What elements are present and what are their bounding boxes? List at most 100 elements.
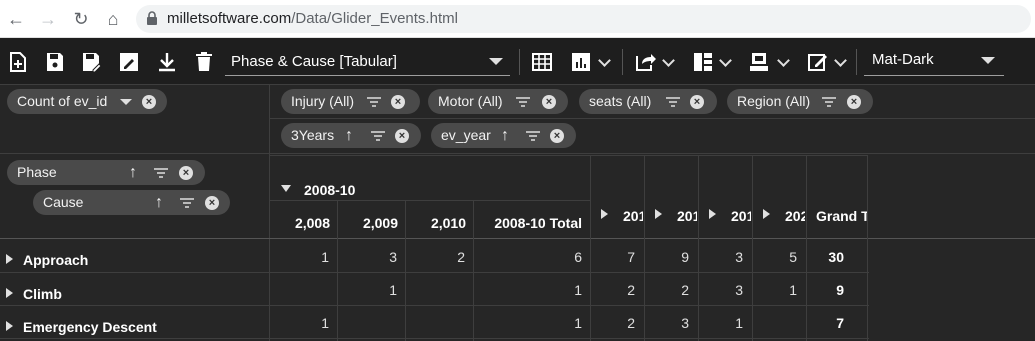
table-cell[interactable]: 5 — [758, 249, 797, 265]
toolbar-divider — [622, 49, 623, 75]
value-field-pill[interactable]: Count of ev_id × — [7, 89, 167, 114]
filter-icon[interactable] — [822, 97, 836, 107]
new-report-icon[interactable] — [6, 50, 30, 74]
url-domain: milletsoftware.com — [167, 10, 292, 27]
sort-ascending-icon[interactable]: ↑ — [129, 160, 137, 185]
download-icon[interactable] — [155, 50, 179, 74]
chevron-down-icon[interactable] — [120, 99, 132, 105]
column-header[interactable]: 2,008 — [275, 215, 330, 231]
forward-icon[interactable]: → — [37, 8, 59, 30]
row-header[interactable]: Approach — [23, 252, 88, 268]
delete-icon[interactable] — [192, 50, 216, 74]
report-select[interactable]: Phase & Cause [Tabular] — [225, 46, 510, 76]
row-field-pill-cause[interactable]: Cause ↑ × — [33, 190, 230, 215]
column-header[interactable]: 2,009 — [343, 215, 398, 231]
format-icon[interactable] — [747, 50, 771, 74]
column-group-header[interactable]: 2008-10 — [304, 182, 355, 198]
table-cell[interactable]: 1 — [275, 315, 329, 331]
filter-pill-region[interactable]: Region (All) × — [727, 89, 873, 114]
chart-view-icon[interactable] — [569, 50, 593, 74]
column-group-header[interactable]: 201 — [677, 208, 697, 224]
save-icon[interactable] — [43, 50, 67, 74]
grid-view-icon[interactable] — [530, 50, 554, 74]
expand-icon[interactable] — [6, 321, 13, 331]
home-icon[interactable]: ⌂ — [102, 8, 124, 30]
row-field-pill-phase[interactable]: Phase ↑ × — [7, 160, 205, 185]
expand-icon[interactable] — [601, 209, 608, 219]
grand-total-header[interactable]: Grand To — [816, 208, 867, 224]
table-cell[interactable]: 1 — [758, 282, 797, 298]
table-cell[interactable]: 1 — [275, 249, 329, 265]
filter-icon[interactable] — [526, 131, 540, 141]
close-icon[interactable]: × — [690, 95, 704, 109]
expand-icon[interactable] — [763, 209, 770, 219]
sort-ascending-icon[interactable]: ↑ — [155, 190, 163, 215]
expand-icon[interactable] — [6, 288, 13, 298]
close-icon[interactable]: × — [205, 196, 219, 210]
theme-select[interactable]: Mat-Dark — [864, 46, 1004, 76]
theme-select-value: Mat-Dark — [872, 51, 934, 68]
expand-icon[interactable] — [709, 209, 716, 219]
close-icon[interactable]: × — [391, 95, 405, 109]
sort-ascending-icon[interactable]: ↑ — [345, 123, 353, 148]
table-cell[interactable]: 2 — [596, 315, 635, 331]
table-cell[interactable]: 3 — [704, 282, 743, 298]
table-cell[interactable]: 2 — [596, 282, 635, 298]
url-path: /Data/Glider_Events.html — [291, 10, 458, 27]
report-select-value: Phase & Cause [Tabular] — [231, 53, 397, 70]
table-cell[interactable]: 1 — [704, 315, 743, 331]
lock-icon — [147, 11, 157, 25]
filter-pill-seats[interactable]: seats (All) × — [579, 89, 717, 114]
options-icon[interactable] — [806, 50, 830, 74]
collapse-icon[interactable] — [281, 185, 291, 192]
close-icon[interactable]: × — [847, 95, 861, 109]
table-cell[interactable]: 1 — [479, 282, 582, 298]
close-icon[interactable]: × — [395, 129, 409, 143]
table-cell[interactable]: 9 — [650, 249, 689, 265]
grand-total-cell[interactable]: 9 — [812, 282, 844, 298]
table-cell[interactable]: 7 — [596, 249, 635, 265]
sort-ascending-icon[interactable]: ↑ — [501, 123, 509, 148]
layout-icon[interactable] — [691, 50, 715, 74]
row-header[interactable]: Emergency Descent — [23, 319, 157, 335]
column-group-header[interactable]: 201 — [731, 208, 751, 224]
close-icon[interactable]: × — [142, 95, 156, 109]
export-icon[interactable] — [633, 50, 657, 74]
table-cell[interactable]: 2 — [650, 282, 689, 298]
table-cell[interactable]: 3 — [704, 249, 743, 265]
column-group-header[interactable]: 201 — [623, 208, 643, 224]
save-as-icon[interactable] — [79, 50, 103, 74]
grand-total-cell[interactable]: 7 — [812, 315, 844, 331]
table-cell[interactable]: 1 — [343, 282, 397, 298]
grand-total-cell[interactable]: 30 — [812, 249, 844, 265]
table-cell[interactable]: 1 — [479, 315, 582, 331]
filter-icon[interactable] — [180, 198, 194, 208]
table-cell[interactable]: 2 — [411, 249, 465, 265]
filter-icon[interactable] — [371, 131, 385, 141]
row-header[interactable]: Climb — [23, 286, 62, 302]
close-icon[interactable]: × — [179, 166, 193, 180]
filter-pill-3years[interactable]: 3Years ↑ × — [281, 123, 421, 148]
divider — [0, 305, 869, 306]
back-icon[interactable]: ← — [5, 8, 27, 30]
filter-pill-injury[interactable]: Injury (All) × — [281, 89, 420, 114]
edit-icon[interactable] — [117, 50, 141, 74]
filter-pill-motor[interactable]: Motor (All) × — [428, 89, 568, 114]
table-cell[interactable]: 3 — [650, 315, 689, 331]
filter-icon[interactable] — [516, 97, 530, 107]
close-icon[interactable]: × — [550, 129, 564, 143]
column-header[interactable]: 2,010 — [411, 215, 466, 231]
reload-icon[interactable]: ↻ — [70, 8, 92, 30]
table-cell[interactable]: 6 — [479, 249, 582, 265]
filter-pill-ev-year[interactable]: ev_year ↑ × — [431, 123, 576, 148]
column-header[interactable]: 2008-10 Total — [479, 215, 582, 231]
filter-icon[interactable] — [367, 97, 381, 107]
expand-icon[interactable] — [655, 209, 662, 219]
expand-icon[interactable] — [6, 254, 13, 264]
url-text[interactable]: milletsoftware.com/Data/Glider_Events.ht… — [167, 10, 458, 27]
table-cell[interactable]: 3 — [343, 249, 397, 265]
close-icon[interactable]: × — [542, 95, 556, 109]
filter-icon[interactable] — [154, 168, 168, 178]
filter-icon[interactable] — [666, 97, 680, 107]
column-group-header[interactable]: 202 — [785, 208, 805, 224]
